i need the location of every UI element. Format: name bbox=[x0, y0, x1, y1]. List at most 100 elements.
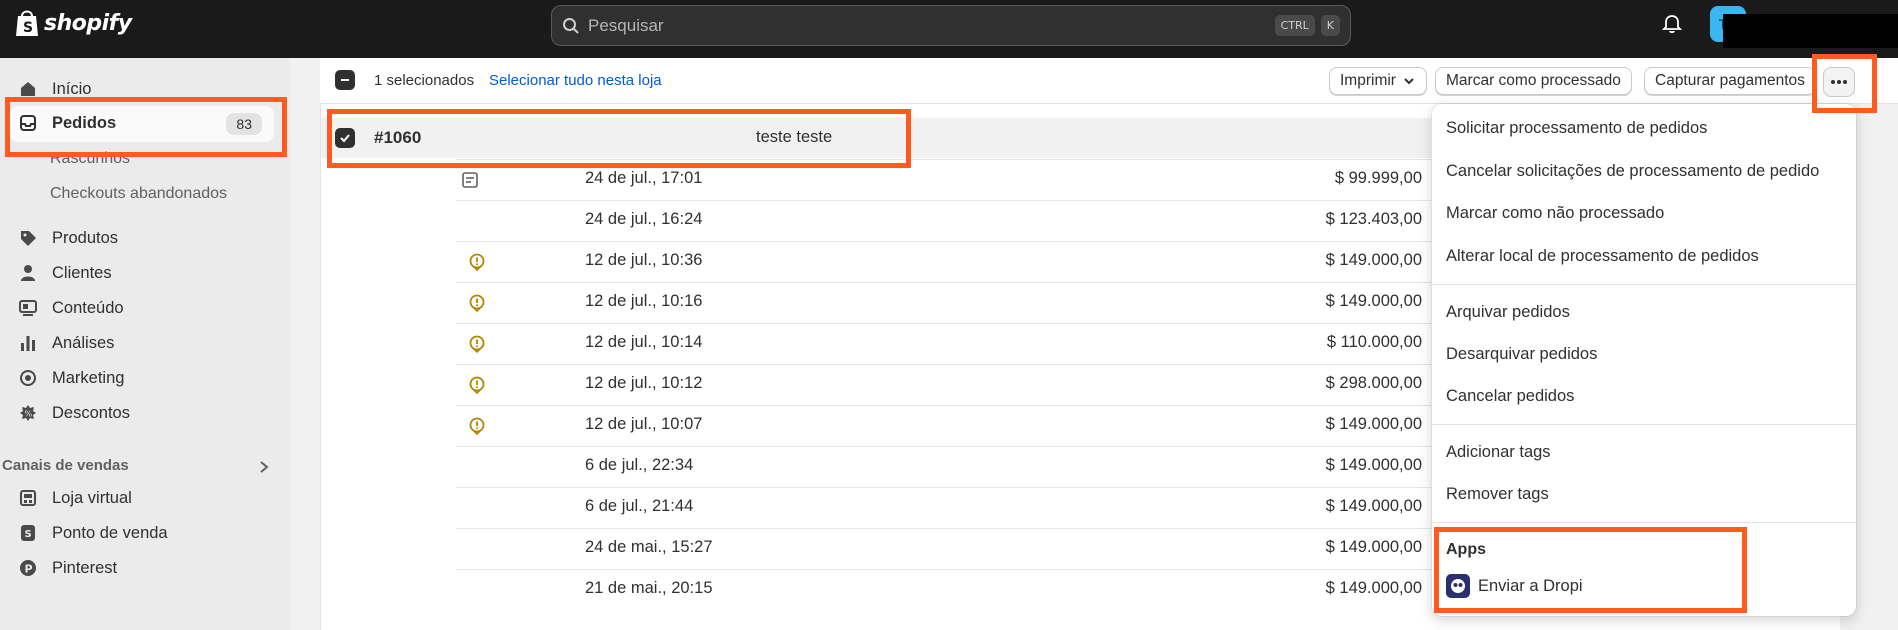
chevron-down-icon bbox=[1404, 78, 1414, 85]
sidebar-item-checkouts[interactable]: Checkouts abandonados bbox=[50, 185, 227, 203]
content-icon bbox=[18, 298, 38, 318]
order-total: $ 149.000,00 bbox=[1325, 251, 1422, 269]
order-date: 24 de jul., 17:01 bbox=[585, 169, 703, 187]
sidebar-item-inicio[interactable]: Início bbox=[18, 79, 91, 99]
order-date: 6 de jul., 22:34 bbox=[585, 456, 694, 474]
discount-icon: % bbox=[18, 403, 38, 423]
order-number[interactable]: #1060 bbox=[374, 128, 421, 148]
row-divider bbox=[456, 159, 1431, 160]
order-customer: teste teste bbox=[756, 128, 833, 146]
order-date: 24 de jul., 16:24 bbox=[585, 210, 703, 228]
shopify-logo[interactable]: S shopify bbox=[14, 8, 132, 38]
search-input[interactable]: Pesquisar CTRL K bbox=[551, 5, 1351, 46]
sidebar-item-label: Descontos bbox=[52, 403, 130, 422]
row-checkbox-checked[interactable] bbox=[335, 128, 355, 148]
order-total: $ 123.403,00 bbox=[1325, 210, 1422, 228]
menu-item-unarchive[interactable]: Desarquivar pedidos bbox=[1446, 345, 1597, 364]
sidebar-item-label: Ponto de venda bbox=[52, 523, 168, 542]
menu-item-archive[interactable]: Arquivar pedidos bbox=[1446, 303, 1570, 322]
menu-item-enviar-dropi[interactable]: Enviar a Dropi bbox=[1446, 574, 1583, 598]
target-icon bbox=[18, 368, 38, 388]
sidebar-item-rascunhos[interactable]: Rascunhos bbox=[50, 150, 130, 168]
svg-text:S: S bbox=[25, 529, 32, 540]
sidebar-item-label: Clientes bbox=[52, 263, 112, 282]
sidebar-item-label: Pedidos bbox=[52, 113, 117, 132]
menu-item-remove-tags[interactable]: Remover tags bbox=[1446, 485, 1549, 504]
sidebar-item-loja-virtual[interactable]: Loja virtual bbox=[18, 488, 132, 508]
row-divider bbox=[456, 405, 1431, 406]
dropi-app-icon bbox=[1446, 574, 1470, 598]
alert-icon bbox=[469, 335, 485, 353]
sidebar-item-pedidos[interactable]: Pedidos 83 bbox=[10, 106, 274, 142]
pos-icon: S bbox=[18, 523, 38, 543]
chevron-right-icon[interactable] bbox=[257, 459, 271, 475]
order-total: $ 149.000,00 bbox=[1325, 579, 1422, 597]
sidebar-item-label: Loja virtual bbox=[52, 488, 132, 507]
sidebar-item-descontos[interactable]: % Descontos bbox=[18, 403, 130, 423]
order-date: 12 de jul., 10:16 bbox=[585, 292, 703, 310]
menu-item-change-location[interactable]: Alterar local de processamento de pedido… bbox=[1446, 247, 1759, 266]
person-icon bbox=[18, 263, 38, 283]
sidebar-item-conteudo[interactable]: Conteúdo bbox=[18, 298, 124, 318]
order-total: $ 149.000,00 bbox=[1325, 497, 1422, 515]
sidebar: Início Pedidos 83 Rascunhos Checkouts ab… bbox=[0, 58, 290, 630]
redacted-area bbox=[1723, 14, 1898, 48]
bar-chart-icon bbox=[18, 333, 38, 353]
row-divider bbox=[456, 241, 1431, 242]
orders-count-badge: 83 bbox=[226, 113, 262, 135]
menu-divider bbox=[1432, 284, 1856, 285]
sidebar-item-analises[interactable]: Análises bbox=[18, 333, 114, 353]
svg-text:S: S bbox=[23, 20, 33, 36]
pinterest-icon: P bbox=[18, 558, 38, 578]
order-date: 21 de mai., 20:15 bbox=[585, 579, 713, 597]
sidebar-item-label: Pinterest bbox=[52, 558, 118, 577]
shortcut-ctrl: CTRL bbox=[1274, 15, 1315, 36]
more-actions-button[interactable] bbox=[1823, 67, 1855, 97]
row-divider bbox=[456, 364, 1431, 365]
capture-payments-button[interactable]: Capturar pagamentos bbox=[1644, 67, 1816, 95]
selected-row-bg bbox=[321, 118, 1431, 158]
menu-item-cancel-orders[interactable]: Cancelar pedidos bbox=[1446, 387, 1574, 406]
order-date: 12 de jul., 10:12 bbox=[585, 374, 703, 392]
order-total: $ 149.000,00 bbox=[1325, 292, 1422, 310]
tag-icon bbox=[18, 228, 38, 248]
menu-item-mark-unfulfilled[interactable]: Marcar como não processado bbox=[1446, 204, 1664, 223]
menu-item-cancel-fulfillment-request[interactable]: Cancelar solicitações de processamento d… bbox=[1446, 162, 1819, 181]
mark-processed-button[interactable]: Marcar como processado bbox=[1435, 67, 1632, 95]
select-all-link[interactable]: Selecionar tudo nesta loja bbox=[489, 72, 662, 89]
order-total: $ 110.000,00 bbox=[1326, 333, 1422, 351]
order-total: $ 149.000,00 bbox=[1325, 456, 1422, 474]
alert-icon bbox=[469, 376, 485, 394]
select-all-checkbox[interactable] bbox=[335, 70, 355, 90]
sidebar-item-pinterest[interactable]: P Pinterest bbox=[18, 558, 117, 578]
apps-section-title: Apps bbox=[1446, 541, 1486, 558]
menu-item-request-fulfillment[interactable]: Solicitar processamento de pedidos bbox=[1446, 119, 1707, 138]
bell-icon[interactable] bbox=[1661, 12, 1683, 34]
order-date: 12 de jul., 10:14 bbox=[585, 333, 703, 351]
alert-icon bbox=[469, 417, 485, 435]
menu-item-add-tags[interactable]: Adicionar tags bbox=[1446, 443, 1551, 462]
menu-divider bbox=[1432, 522, 1856, 523]
shortcut-k: K bbox=[1320, 15, 1340, 36]
note-icon bbox=[462, 172, 478, 188]
sidebar-item-label: Conteúdo bbox=[52, 298, 124, 317]
row-divider bbox=[456, 569, 1431, 570]
sales-channels-label[interactable]: Canais de vendas bbox=[2, 457, 129, 474]
sidebar-item-label: Marketing bbox=[52, 368, 125, 387]
sidebar-item-marketing[interactable]: Marketing bbox=[18, 368, 124, 388]
svg-text:%: % bbox=[25, 410, 33, 419]
check-icon bbox=[340, 134, 350, 143]
row-divider bbox=[456, 487, 1431, 488]
sidebar-item-ponto-venda[interactable]: S Ponto de venda bbox=[18, 523, 168, 543]
print-button[interactable]: Imprimir bbox=[1329, 67, 1427, 95]
print-label: Imprimir bbox=[1340, 72, 1396, 89]
store-icon bbox=[18, 488, 38, 508]
order-date: 6 de jul., 21:44 bbox=[585, 497, 694, 515]
row-divider bbox=[456, 528, 1431, 529]
sidebar-item-produtos[interactable]: Produtos bbox=[18, 228, 118, 248]
selected-count: 1 selecionados bbox=[374, 72, 475, 89]
sidebar-item-clientes[interactable]: Clientes bbox=[18, 263, 112, 283]
search-icon bbox=[563, 17, 579, 34]
pedidos-row: Pedidos bbox=[18, 113, 116, 133]
svg-text:P: P bbox=[25, 563, 33, 576]
